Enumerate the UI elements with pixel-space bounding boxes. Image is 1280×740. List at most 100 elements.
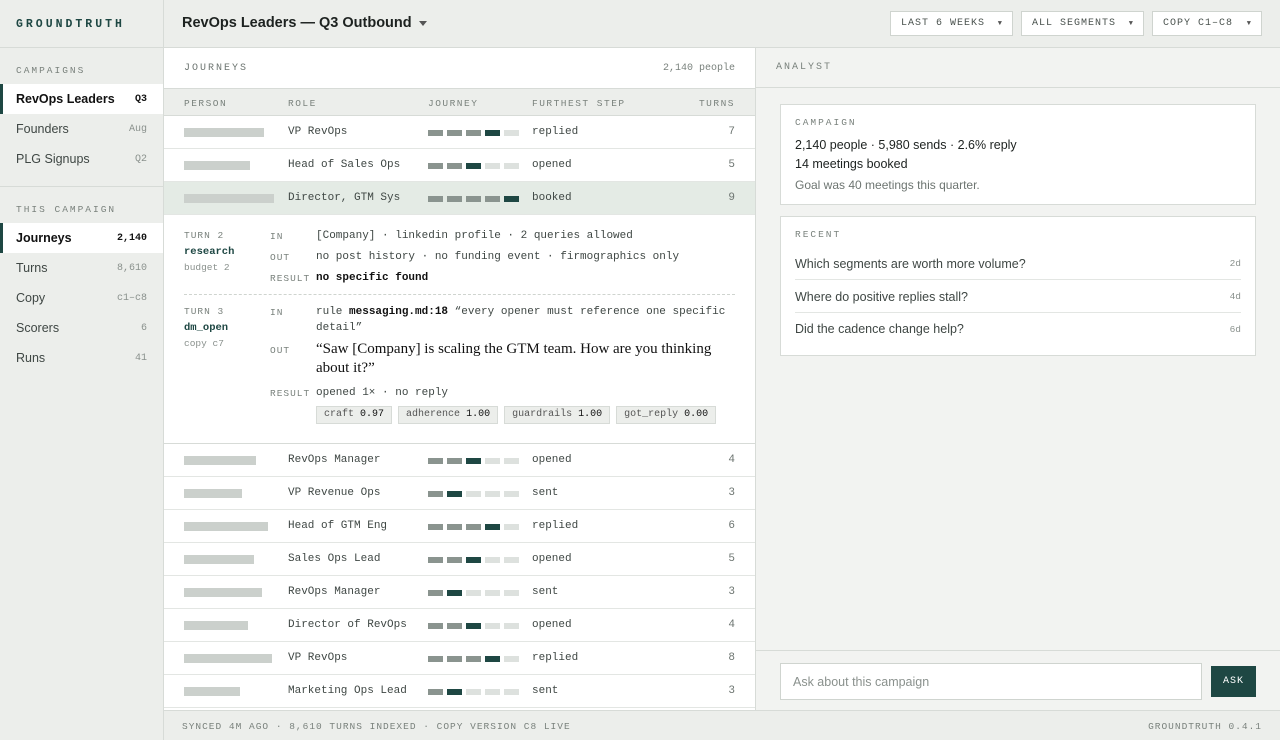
sidebar-item-count: Aug bbox=[128, 123, 147, 135]
question-age: 2d bbox=[1229, 258, 1241, 269]
question-age: 4d bbox=[1229, 291, 1241, 302]
meetings-booked: 14 meetings booked bbox=[795, 157, 908, 171]
copy-filter[interactable]: COPY C1–C8 ▼ bbox=[1152, 11, 1262, 36]
journey-step-segment bbox=[428, 590, 443, 596]
score-chips: craft 0.97 adherence 1.00 guardrails 1.0… bbox=[316, 406, 717, 424]
brand-logo: GROUNDTRUTH bbox=[0, 0, 163, 48]
rule-text: “every opener must reference one specifi… bbox=[454, 306, 726, 318]
row-furthest-step: replied bbox=[532, 652, 579, 664]
redacted-name bbox=[184, 621, 248, 630]
journey-step-segment bbox=[428, 458, 443, 464]
journey-step-segment bbox=[447, 623, 462, 629]
copy-filter-label: COPY C1–C8 bbox=[1163, 18, 1234, 29]
redacted-name bbox=[184, 555, 254, 564]
row-role: RevOps Manager bbox=[288, 454, 381, 466]
sidebar-item-count: Q3 bbox=[134, 93, 147, 105]
turn-name: dm_open bbox=[184, 322, 229, 334]
sidebar-item-copy[interactable]: Copy c1–c8 bbox=[0, 283, 163, 313]
sidebar-campaign-plg-signups[interactable]: PLG Signups Q2 bbox=[0, 144, 163, 174]
status-bar: SYNCED 4M AGO · 8,610 TURNS INDEXED · CO… bbox=[164, 710, 1280, 740]
journey-step-segment bbox=[466, 163, 481, 169]
journey-step-segment bbox=[447, 524, 462, 530]
journey-progress bbox=[428, 130, 519, 136]
journey-step-segment bbox=[485, 491, 500, 497]
row-furthest-step: opened bbox=[532, 553, 572, 565]
recent-question[interactable]: Which segments are worth more volume? 2d bbox=[795, 248, 1241, 280]
journey-step-segment bbox=[466, 130, 481, 136]
table-row[interactable]: Head of Sales Ops opened 5 bbox=[164, 149, 755, 182]
triangle-down-icon: ▼ bbox=[997, 19, 1003, 28]
journey-step-segment bbox=[447, 590, 462, 596]
sidebar-item-journeys[interactable]: Journeys 2,140 bbox=[0, 223, 163, 253]
triangle-down-icon: ▼ bbox=[1246, 19, 1252, 28]
score-value: 0.97 bbox=[360, 409, 385, 420]
status-left: SYNCED 4M AGO · 8,610 TURNS INDEXED · CO… bbox=[182, 721, 571, 732]
table-row[interactable]: Director, GTM Sys booked 9 bbox=[164, 182, 755, 215]
table-row[interactable]: Sales Ops Lead opened 5 bbox=[164, 543, 755, 576]
ask-button[interactable]: ASK bbox=[1211, 666, 1256, 697]
row-turns: 3 bbox=[728, 586, 735, 598]
this-campaign-heading: THIS CAMPAIGN bbox=[16, 204, 117, 215]
table-row[interactable]: VP Revenue Ops sent 3 bbox=[164, 477, 755, 510]
ask-input[interactable] bbox=[780, 663, 1202, 700]
row-furthest-step: opened bbox=[532, 454, 572, 466]
sidebar-item-scorers[interactable]: Scorers 6 bbox=[0, 313, 163, 343]
rule-text-cont: detail” bbox=[316, 322, 363, 334]
row-role: Marketing Ops Lead bbox=[288, 685, 407, 697]
segment-filter[interactable]: ALL SEGMENTS ▼ bbox=[1021, 11, 1144, 36]
campaign-card-heading: CAMPAIGN bbox=[795, 117, 857, 128]
result-label: RESULT bbox=[270, 388, 311, 399]
sidebar-campaign-revops-leaders[interactable]: RevOps Leaders Q3 bbox=[0, 84, 163, 114]
table-row[interactable]: Marketing Ops Lead sent 3 bbox=[164, 675, 755, 708]
analyst-panel: ANALYST CAMPAIGN 2,140 people · 5,980 se… bbox=[756, 48, 1280, 710]
table-row[interactable]: VP RevOps replied 7 bbox=[164, 116, 755, 149]
row-furthest-step: sent bbox=[532, 685, 559, 697]
row-role: Sales Ops Lead bbox=[288, 553, 381, 565]
sidebar-campaign-founders[interactable]: Founders Aug bbox=[0, 114, 163, 144]
in-label: IN bbox=[270, 307, 284, 318]
sidebar-item-label: Runs bbox=[16, 351, 46, 365]
journey-step-segment bbox=[428, 623, 443, 629]
journey-step-segment bbox=[466, 524, 481, 530]
row-role: Head of Sales Ops bbox=[288, 159, 401, 171]
row-furthest-step: booked bbox=[532, 192, 572, 204]
sidebar-item-count: Q2 bbox=[134, 153, 147, 165]
journey-step-segment bbox=[428, 557, 443, 563]
recent-card-heading: RECENT bbox=[795, 229, 842, 240]
segment-filter-label: ALL SEGMENTS bbox=[1032, 18, 1117, 29]
turn-result: opened 1× · no reply bbox=[316, 387, 449, 399]
turn-name: research bbox=[184, 246, 235, 258]
row-turns: 9 bbox=[728, 192, 735, 204]
table-row[interactable]: Head of GTM Eng replied 6 bbox=[164, 510, 755, 543]
row-furthest-step: replied bbox=[532, 126, 579, 138]
journey-step-segment bbox=[504, 557, 519, 563]
journeys-count: 2,140 people bbox=[662, 62, 735, 74]
table-row[interactable]: RevOps Manager opened 4 bbox=[164, 444, 755, 477]
journey-step-segment bbox=[504, 656, 519, 662]
table-row[interactable]: VP RevOps replied 8 bbox=[164, 642, 755, 675]
turn-result: no specific found bbox=[316, 272, 428, 284]
recent-question[interactable]: Did the cadence change help? 6d bbox=[795, 313, 1241, 345]
col-furthest-step: FURTHEST STEP bbox=[532, 98, 626, 109]
campaign-goal: Goal was 40 meetings this quarter. bbox=[795, 178, 980, 192]
row-role: Director of RevOps bbox=[288, 619, 407, 631]
journey-step-segment bbox=[447, 458, 462, 464]
redacted-name bbox=[184, 161, 250, 170]
table-row[interactable]: RevOps Manager sent 3 bbox=[164, 576, 755, 609]
score-chip: adherence 1.00 bbox=[398, 406, 499, 424]
table-row[interactable]: Director of RevOps opened 4 bbox=[164, 609, 755, 642]
journey-step-segment bbox=[428, 130, 443, 136]
redacted-name bbox=[184, 654, 272, 663]
rule-ref: messaging.md:18 bbox=[349, 306, 449, 318]
row-turns: 3 bbox=[728, 487, 735, 499]
sidebar-item-label: Scorers bbox=[16, 321, 60, 335]
question-text: Where do positive replies stall? bbox=[795, 289, 968, 304]
journey-step-segment bbox=[485, 163, 500, 169]
sidebar-item-turns[interactable]: Turns 8,610 bbox=[0, 253, 163, 283]
recent-question[interactable]: Where do positive replies stall? 4d bbox=[795, 281, 1241, 313]
journey-step-segment bbox=[504, 524, 519, 530]
range-filter[interactable]: LAST 6 WEEKS ▼ bbox=[890, 11, 1013, 36]
campaign-title-dropdown[interactable]: RevOps Leaders — Q3 Outbound bbox=[182, 15, 427, 31]
sidebar-item-runs[interactable]: Runs 41 bbox=[0, 343, 163, 373]
sidebar-item-label: Turns bbox=[16, 261, 48, 275]
